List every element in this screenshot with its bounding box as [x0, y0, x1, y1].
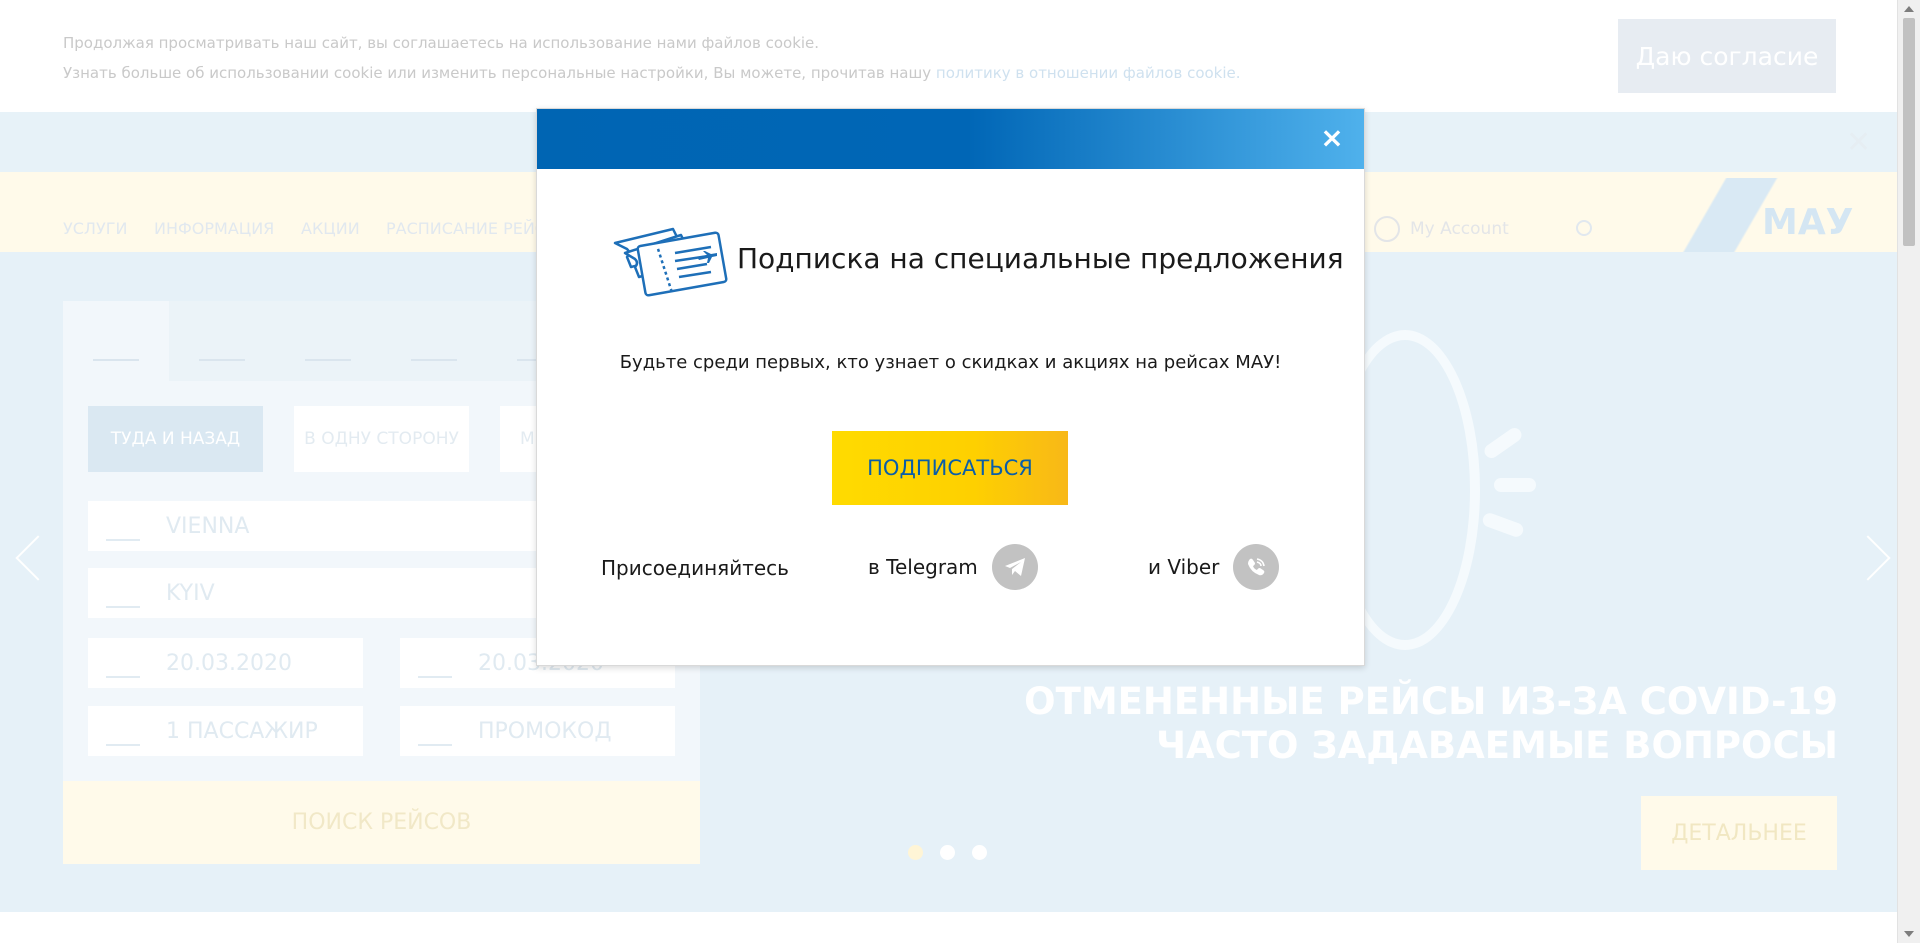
airplane-icon: [93, 323, 139, 361]
depart-date-value: 20.03.2020: [166, 650, 292, 676]
page-scrollbar[interactable]: [1897, 0, 1920, 943]
hero-title-line-2: ЧАСТО ЗАДАВАЕМЫЕ ВОПРОСЫ: [1156, 724, 1838, 767]
one-way-button[interactable]: В ОДНУ СТОРОНУ: [294, 406, 469, 472]
luggage-icon: [305, 323, 351, 361]
carousel-dot[interactable]: [940, 845, 955, 860]
nav-item-promotions[interactable]: АКЦИИ: [301, 219, 360, 238]
cookie-policy-link[interactable]: политику в отношении файлов cookie.: [936, 64, 1241, 82]
hero-title-line-1: ОТМЕНЕННЫЕ РЕЙСЫ ИЗ-ЗА COVID-19: [1024, 680, 1838, 723]
nav-item-services[interactable]: УСЛУГИ: [63, 219, 127, 238]
tickets-icon: [613, 227, 728, 297]
modal-header: ×: [537, 109, 1364, 169]
passengers-value: 1 ПАССАЖИР: [166, 718, 318, 744]
telegram-icon-glyph: [1004, 558, 1025, 576]
subscription-modal: × Подписка на специальные предложения Бу…: [536, 108, 1365, 666]
tab-luggage[interactable]: [275, 301, 381, 381]
join-label: Присоединяйтесь: [601, 556, 789, 580]
modal-close-button[interactable]: ×: [1318, 124, 1346, 152]
telegram-label: в Telegram: [868, 555, 978, 579]
nav-item-information[interactable]: ИНФОРМАЦИЯ: [154, 219, 274, 238]
hero-title: ОТМЕНЕННЫЕ РЕЙСЫ ИЗ-ЗА COVID-19 ЧАСТО ЗА…: [1024, 680, 1838, 768]
passengers-field[interactable]: 1 ПАССАЖИР: [88, 706, 363, 756]
departure-plane-icon: [106, 511, 140, 541]
cookie-line-1: Продолжая просматривать наш сайт, вы сог…: [63, 34, 820, 52]
carousel-next-icon[interactable]: [1845, 535, 1891, 581]
search-flights-button[interactable]: ПОИСК РЕЙСОВ: [63, 781, 700, 864]
scroll-up-icon[interactable]: [1904, 6, 1914, 12]
arrival-plane-icon: [106, 578, 140, 608]
scroll-down-icon[interactable]: [1904, 931, 1914, 937]
viber-icon-glyph: [1248, 558, 1266, 576]
modal-title-row: Подписка на специальные предложения: [611, 217, 1344, 299]
cookie-bar: Продолжая просматривать наш сайт, вы сог…: [0, 0, 1898, 112]
carousel-dot[interactable]: [908, 845, 923, 860]
depart-date-field[interactable]: 20.03.2020: [88, 638, 363, 688]
viber-link[interactable]: и Viber: [1148, 544, 1280, 590]
tab-flights[interactable]: [63, 301, 169, 381]
car-icon: [411, 323, 457, 361]
user-icon: [1374, 216, 1400, 242]
viber-icon[interactable]: [1233, 544, 1280, 590]
from-value: VIENNA: [166, 513, 250, 539]
logo[interactable]: МАУ: [1762, 202, 1853, 243]
account-label: My Account: [1410, 219, 1509, 239]
promo-field[interactable]: ПРОМОКОД: [400, 706, 675, 756]
cookie-text: Продолжая просматривать наш сайт, вы сог…: [63, 28, 1241, 88]
round-trip-button[interactable]: ТУДА И НАЗАД: [88, 406, 263, 472]
consent-button[interactable]: Даю согласие: [1618, 19, 1836, 93]
modal-subtitle: Будьте среди первых, кто узнает о скидка…: [619, 352, 1282, 373]
hero-illustration-ray: [1480, 511, 1526, 539]
passenger-icon: [106, 716, 140, 746]
alert-close-icon[interactable]: ✕: [1846, 128, 1871, 158]
carousel-dot[interactable]: [972, 845, 987, 860]
account-link[interactable]: My Account: [1374, 216, 1509, 242]
modal-title: Подписка на специальные предложения: [737, 241, 1344, 275]
search-icon[interactable]: [1576, 220, 1592, 236]
telegram-link[interactable]: в Telegram: [868, 544, 1038, 590]
subscribe-button[interactable]: ПОДПИСАТЬСЯ: [832, 431, 1068, 505]
scrollbar-thumb[interactable]: [1903, 18, 1915, 246]
tab-meals[interactable]: [169, 301, 275, 381]
telegram-icon[interactable]: [991, 544, 1038, 590]
calendar-icon: [418, 648, 452, 678]
bottom-strip: [0, 912, 1898, 943]
hero-illustration-ray: [1481, 425, 1525, 461]
tab-car-rental[interactable]: [381, 301, 487, 381]
tag-icon: [418, 716, 452, 746]
carousel-prev-icon[interactable]: [15, 535, 61, 581]
hero-illustration-ray: [1494, 478, 1536, 492]
promo-placeholder: ПРОМОКОД: [478, 718, 612, 744]
cookie-line-2: Узнать больше об использовании cookie ил…: [63, 58, 1241, 88]
details-button[interactable]: ДЕТАЛЬНЕЕ: [1641, 796, 1837, 870]
calendar-icon: [106, 648, 140, 678]
viber-label: и Viber: [1148, 555, 1220, 579]
page: Продолжая просматривать наш сайт, вы сог…: [0, 0, 1898, 943]
to-value: KYIV: [166, 580, 215, 606]
carousel-dots: [908, 845, 987, 860]
cookie-line-2-text: Узнать больше об использовании cookie ил…: [63, 64, 932, 82]
cutlery-icon: [199, 323, 245, 361]
